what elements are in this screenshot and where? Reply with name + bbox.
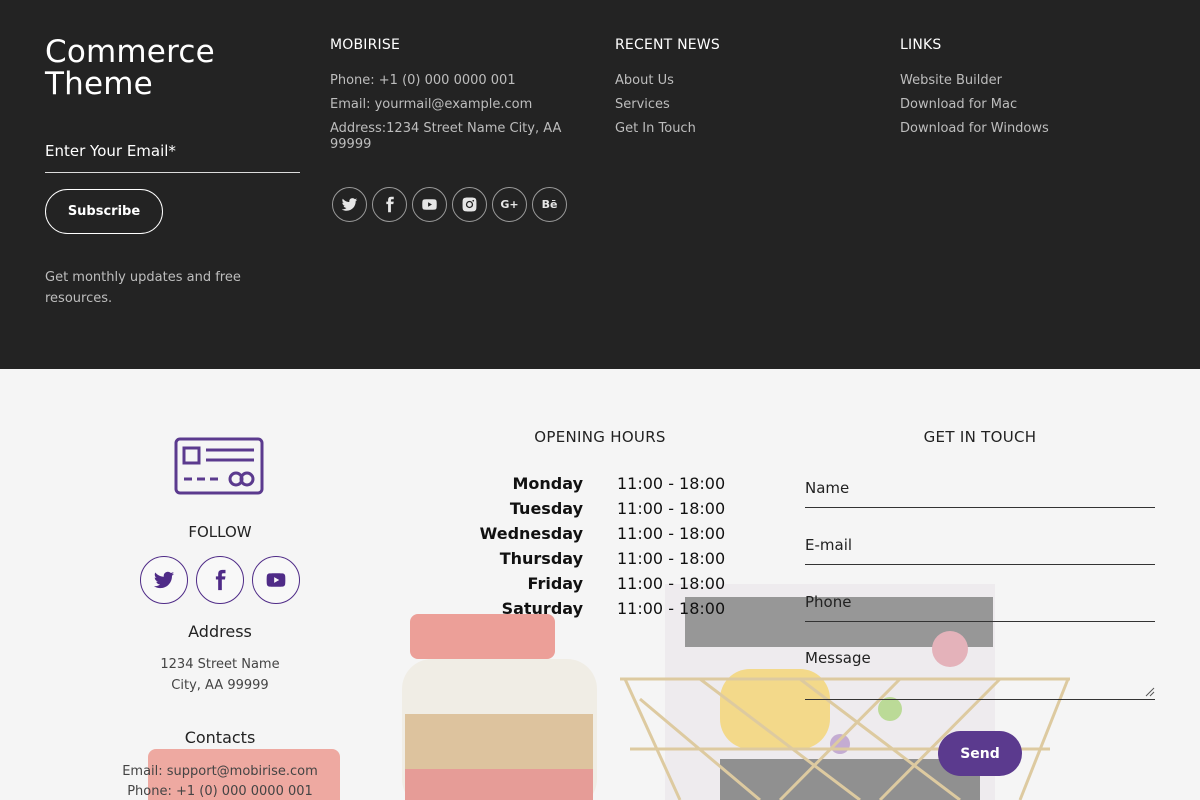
link-services[interactable]: Services [615,97,720,113]
twitter-icon[interactable] [140,556,188,604]
subscribe-button[interactable]: Subscribe [45,189,163,234]
message-textarea[interactable]: Message [805,649,1155,700]
behance-icon[interactable]: Bē [532,187,567,222]
contact-phone: Phone: +1 (0) 000 0000 001 [127,784,313,799]
subscribe-tagline: Get monthly updates and free resources. [45,270,241,306]
column-title: RECENT NEWS [615,37,720,53]
behance-glyph: Bē [541,198,558,211]
footer-social-icons: G+ Bē [332,187,567,222]
link-website-builder[interactable]: Website Builder [900,73,1049,89]
phone-text: Phone: +1 (0) 000 0000 001 [330,73,516,88]
link-get-in-touch[interactable]: Get In Touch [615,121,720,137]
name-input[interactable]: Name [805,479,1155,508]
link-download-mac[interactable]: Download for Mac [900,97,1049,113]
footer-column-mobirise: MOBIRISE Phone: +1 (0) 000 0000 001 Emai… [330,37,570,161]
hours-time: 11:00 - 18:00 [617,474,726,493]
youtube-icon[interactable] [412,187,447,222]
hours-day: Wednesday [479,524,583,543]
id-card-icon [174,437,264,495]
google-plus-glyph: G+ [500,198,519,211]
get-in-touch-title: GET IN TOUCH [923,428,1037,446]
follow-label: FOLLOW [188,523,252,541]
address-title: Address [188,622,252,641]
phone-input[interactable]: Phone [805,593,1155,622]
contact-section: FOLLOW Address 1234 Street Name City, AA… [0,369,1200,800]
hours-day: Saturday [501,599,583,618]
hours-row: Friday 11:00 - 18:00 [440,571,726,596]
address-line-2: City, AA 99999 [171,678,269,693]
hours-day: Monday [512,474,584,493]
email-input[interactable]: E-mail [805,536,1155,565]
link-about-us[interactable]: About Us [615,73,720,89]
hours-day: Thursday [499,549,583,568]
hours-row: Thursday 11:00 - 18:00 [440,546,725,571]
hours-time: 11:00 - 18:00 [617,524,726,543]
hours-day: Friday [527,574,583,593]
follow-social-icons [140,556,300,604]
address-line-1: 1234 Street Name [160,657,280,672]
google-plus-icon[interactable]: G+ [492,187,527,222]
footer-column-recent-news: RECENT NEWS About Us Services Get In Tou… [615,37,720,145]
hours-time: 11:00 - 18:00 [617,574,726,593]
address-text: Address:1234 Street Name City, AA 99999 [330,121,562,152]
link-download-windows[interactable]: Download for Windows [900,121,1049,137]
send-button[interactable]: Send [938,731,1022,776]
footer-column-links: LINKS Website Builder Download for Mac D… [900,37,1049,145]
resize-grip-icon[interactable] [1145,687,1155,697]
email-text: Email: yourmail@example.com [330,97,533,112]
youtube-icon[interactable] [252,556,300,604]
column-title: LINKS [900,37,942,53]
contacts-title: Contacts [184,728,256,747]
column-title: MOBIRISE [330,37,401,53]
hours-day: Tuesday [509,499,583,518]
hours-time: 11:00 - 18:00 [617,599,726,618]
brand-title: Commerce Theme [45,34,215,102]
hours-row: Monday 11:00 - 18:00 [440,471,726,496]
hours-time: 11:00 - 18:00 [617,549,726,568]
hours-row: Wednesday 11:00 - 18:00 [440,521,726,546]
subscribe-email-input[interactable]: Enter Your Email* [45,142,300,173]
facebook-icon[interactable] [196,556,244,604]
hours-row: Saturday 11:00 - 18:00 [440,596,726,621]
twitter-icon[interactable] [332,187,367,222]
hours-row: Tuesday 11:00 - 18:00 [440,496,725,521]
hours-time: 11:00 - 18:00 [617,499,726,518]
instagram-icon[interactable] [452,187,487,222]
footer-dark-section: Commerce Theme Enter Your Email* Subscri… [0,0,1200,369]
opening-hours-table: Monday 11:00 - 18:00 Tuesday 11:00 - 18:00… [440,471,726,621]
opening-hours-title: OPENING HOURS [534,428,666,446]
facebook-icon[interactable] [372,187,407,222]
contact-email: Email: support@mobirise.com [122,764,318,779]
